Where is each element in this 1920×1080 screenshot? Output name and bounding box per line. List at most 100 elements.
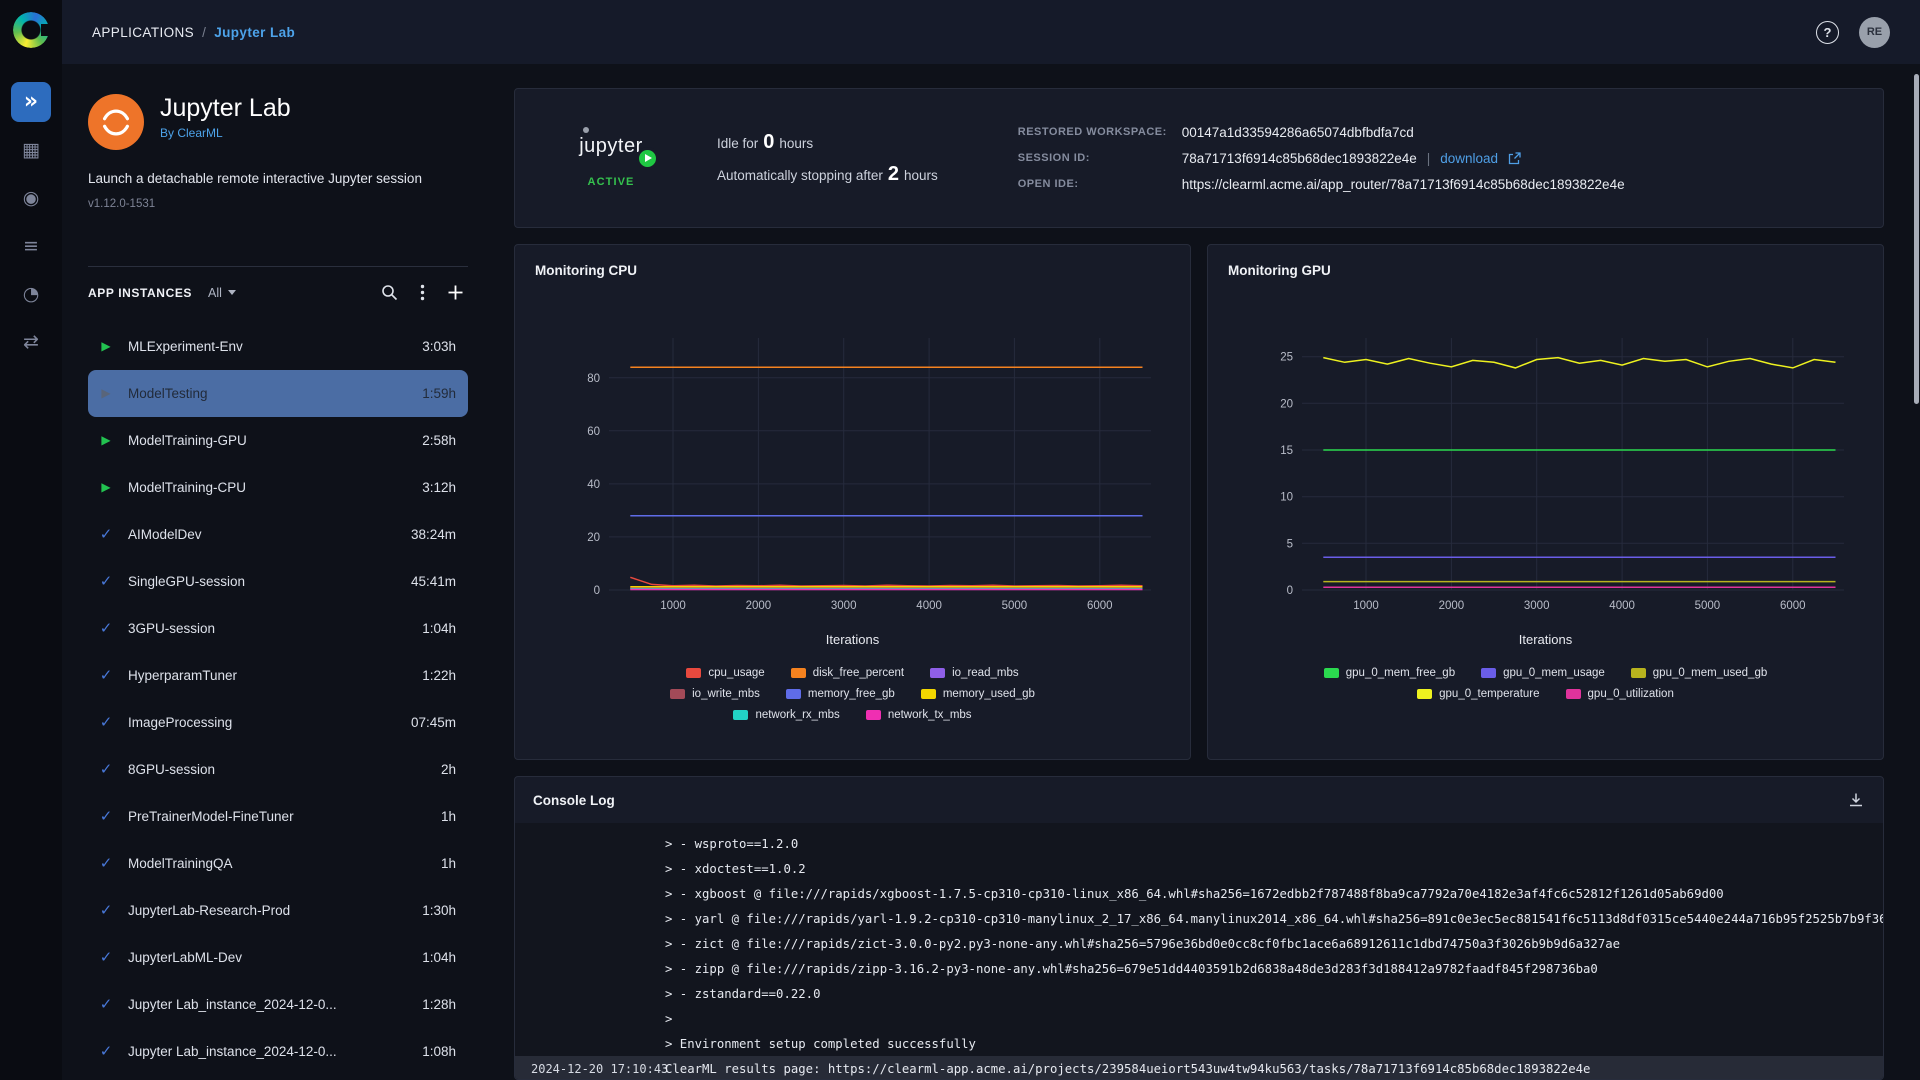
search-icon[interactable] — [377, 280, 402, 305]
download-link[interactable]: download — [1440, 151, 1498, 166]
cpu-chart-plot[interactable]: 1000 2000 3000 4000 5000 6000 0 20 40 60 80 — [543, 324, 1163, 624]
workers-glyph: ⇄ — [23, 330, 39, 353]
app-version: v1.12.0-1531 — [88, 197, 156, 210]
gpu-chart-plot[interactable]: 1000 2000 3000 4000 5000 6000 0 5 10 15 20 25 — [1236, 324, 1856, 624]
session-id-label: SESSION ID: — [1017, 151, 1090, 164]
instance-row[interactable]: ✓ 3GPU-session 1:04h — [88, 605, 468, 652]
instance-row[interactable]: ✓ ImageProcessing 07:45m — [88, 699, 468, 746]
legend-item[interactable]: gpu_0_mem_usage — [1481, 667, 1605, 679]
avatar[interactable]: RE — [1859, 16, 1890, 48]
chevron-down-icon — [227, 290, 236, 296]
datasets-icon[interactable]: ≡ — [11, 226, 51, 266]
console-line: > - xdoctest==1.0.2 — [515, 856, 1883, 881]
instance-row[interactable]: ▶ ModelTraining-CPU 3:12h — [88, 464, 468, 511]
legend-item[interactable]: network_tx_mbs — [865, 709, 972, 721]
open-ide-link[interactable]: https://clearml.acme.ai/app_router/78a71… — [1182, 177, 1625, 192]
instance-row[interactable]: ✓ JupyterLab-Research-Prod 1:30h — [88, 887, 468, 934]
legend-item[interactable]: io_read_mbs — [930, 667, 1019, 679]
instance-duration: 3:03h — [422, 338, 456, 354]
legend-item[interactable]: memory_used_gb — [920, 688, 1035, 700]
help-icon[interactable]: ? — [1816, 20, 1839, 44]
applications-icon[interactable]: » — [11, 82, 51, 122]
legend-swatch — [790, 668, 806, 678]
svg-text:60: 60 — [587, 426, 600, 438]
console-line: > - yarl @ file:///rapids/yarl-1.9.2-cp3… — [515, 906, 1883, 931]
instance-row[interactable]: ▶ MLExperiment-Env 3:03h — [88, 323, 468, 370]
legend-swatch — [1565, 689, 1581, 699]
console-log[interactable]: > - wsproto==1.2.0 > - xdoctest==1.0.2 > -… — [515, 823, 1883, 1079]
running-play-icon: ▶ — [101, 339, 111, 354]
gpu-chart-title: Monitoring GPU — [1228, 263, 1331, 278]
legend-swatch — [733, 710, 749, 720]
legend-item[interactable]: gpu_0_mem_free_gb — [1323, 667, 1456, 679]
add-instance-button[interactable] — [443, 280, 468, 305]
legend-swatch — [686, 668, 702, 678]
running-play-icon: ▶ — [101, 386, 111, 401]
restored-workspace-label: RESTORED WORKSPACE: — [1017, 125, 1167, 138]
pipelines-glyph: ◔ — [22, 282, 40, 305]
instance-duration: 1:22h — [422, 667, 456, 683]
instance-row[interactable]: ✓ AIModelDev 38:24m — [88, 511, 468, 558]
instance-row[interactable]: ▶ ModelTraining-GPU 2:58h — [88, 417, 468, 464]
instance-row[interactable]: ✓ Jupyter Lab_instance_2024-12-0... 1:08h — [88, 1028, 468, 1075]
page-scrollbar-thumb[interactable] — [1914, 74, 1919, 404]
pipelines-icon[interactable]: ◔ — [11, 274, 51, 314]
kebab-menu-icon[interactable] — [416, 280, 429, 305]
console-text: > Environment setup completed successful… — [665, 1036, 976, 1051]
instance-row[interactable]: ✓ JupyterLabML-Dev 1:04h — [88, 934, 468, 981]
legend-item[interactable]: memory_free_gb — [785, 688, 895, 700]
console-text: > - wsproto==1.2.0 — [665, 836, 799, 851]
legend-swatch — [670, 689, 686, 699]
projects-icon[interactable]: ▦ — [11, 130, 51, 170]
instances-filter-dropdown[interactable]: All — [208, 286, 236, 300]
models-icon[interactable]: ◉ — [11, 178, 51, 218]
open-ide-label: OPEN IDE: — [1017, 177, 1079, 190]
instance-row[interactable]: ✓ HyperparamTuner 1:22h — [88, 652, 468, 699]
instance-name: Jupyter Lab_instance_2024-12-0... — [128, 996, 337, 1012]
legend-item[interactable]: cpu_usage — [686, 667, 765, 679]
projects-glyph: ▦ — [22, 138, 40, 161]
instance-duration: 1h — [440, 855, 456, 871]
svg-text:20: 20 — [1280, 398, 1293, 410]
legend-item[interactable]: io_write_mbs — [670, 688, 760, 700]
instance-row[interactable]: ✓ PreTrainerModel-FineTuner 1h — [88, 793, 468, 840]
legend-item[interactable]: gpu_0_mem_used_gb — [1630, 667, 1767, 679]
legend-label: gpu_0_mem_free_gb — [1345, 667, 1456, 679]
instance-name: Jupyter Lab_instance_2024-12-0... — [128, 1043, 337, 1059]
svg-text:6000: 6000 — [1780, 600, 1806, 612]
legend-item[interactable]: gpu_0_utilization — [1565, 688, 1674, 700]
instance-row[interactable]: ✓ ModelTrainingQA 1h — [88, 840, 468, 887]
completed-check-icon: ✓ — [99, 807, 113, 826]
breadcrumb: APPLICATIONS / Jupyter Lab — [92, 25, 295, 40]
completed-check-icon: ✓ — [99, 948, 113, 967]
legend-item[interactable]: network_rx_mbs — [733, 709, 840, 721]
instance-row[interactable]: ✓ SingleGPU-session 45:41m — [88, 558, 468, 605]
svg-text:25: 25 — [1280, 352, 1293, 364]
console-card: Console Log > - wsproto==1.2.0 > - xdocte… — [514, 776, 1884, 1080]
instance-name: 3GPU-session — [128, 620, 216, 636]
completed-check-icon: ✓ — [99, 572, 113, 591]
instance-row[interactable]: ✓ Jupyter Lab_instance_2024-12-0... 1:28h — [88, 981, 468, 1028]
by-clearml-link[interactable]: By ClearML — [160, 126, 223, 140]
instance-name: ModelTraining-CPU — [128, 479, 247, 495]
download-log-icon[interactable] — [1847, 791, 1865, 809]
gpu-x-axis-label: Iterations — [1518, 632, 1573, 647]
idle-hours-value: 0 — [763, 130, 775, 153]
breadcrumb-applications[interactable]: APPLICATIONS — [92, 25, 194, 40]
legend-label: memory_used_gb — [942, 688, 1035, 700]
console-text: > - yarl @ file:///rapids/yarl-1.9.2-cp3… — [665, 911, 1883, 926]
legend-item[interactable]: disk_free_percent — [790, 667, 904, 679]
instance-row[interactable]: ✓ 8GPU-session 2h — [88, 746, 468, 793]
external-link-icon — [1508, 151, 1521, 164]
console-line: > - zipp @ file:///rapids/zipp-3.16.2-py… — [515, 956, 1883, 981]
clearml-logo[interactable] — [13, 12, 49, 48]
completed-check-icon: ✓ — [99, 760, 113, 779]
instance-name: PreTrainerModel-FineTuner — [128, 808, 294, 824]
app-instances-header: APP INSTANCES — [88, 285, 193, 300]
console-line: > — [515, 1006, 1883, 1031]
svg-text:4000: 4000 — [1609, 600, 1635, 612]
legend-item[interactable]: gpu_0_temperature — [1417, 688, 1540, 700]
instance-row[interactable]: ▶ ModelTesting 1:59h — [88, 369, 468, 417]
console-header: Console Log — [515, 777, 1883, 823]
workers-icon[interactable]: ⇄ — [11, 322, 51, 362]
